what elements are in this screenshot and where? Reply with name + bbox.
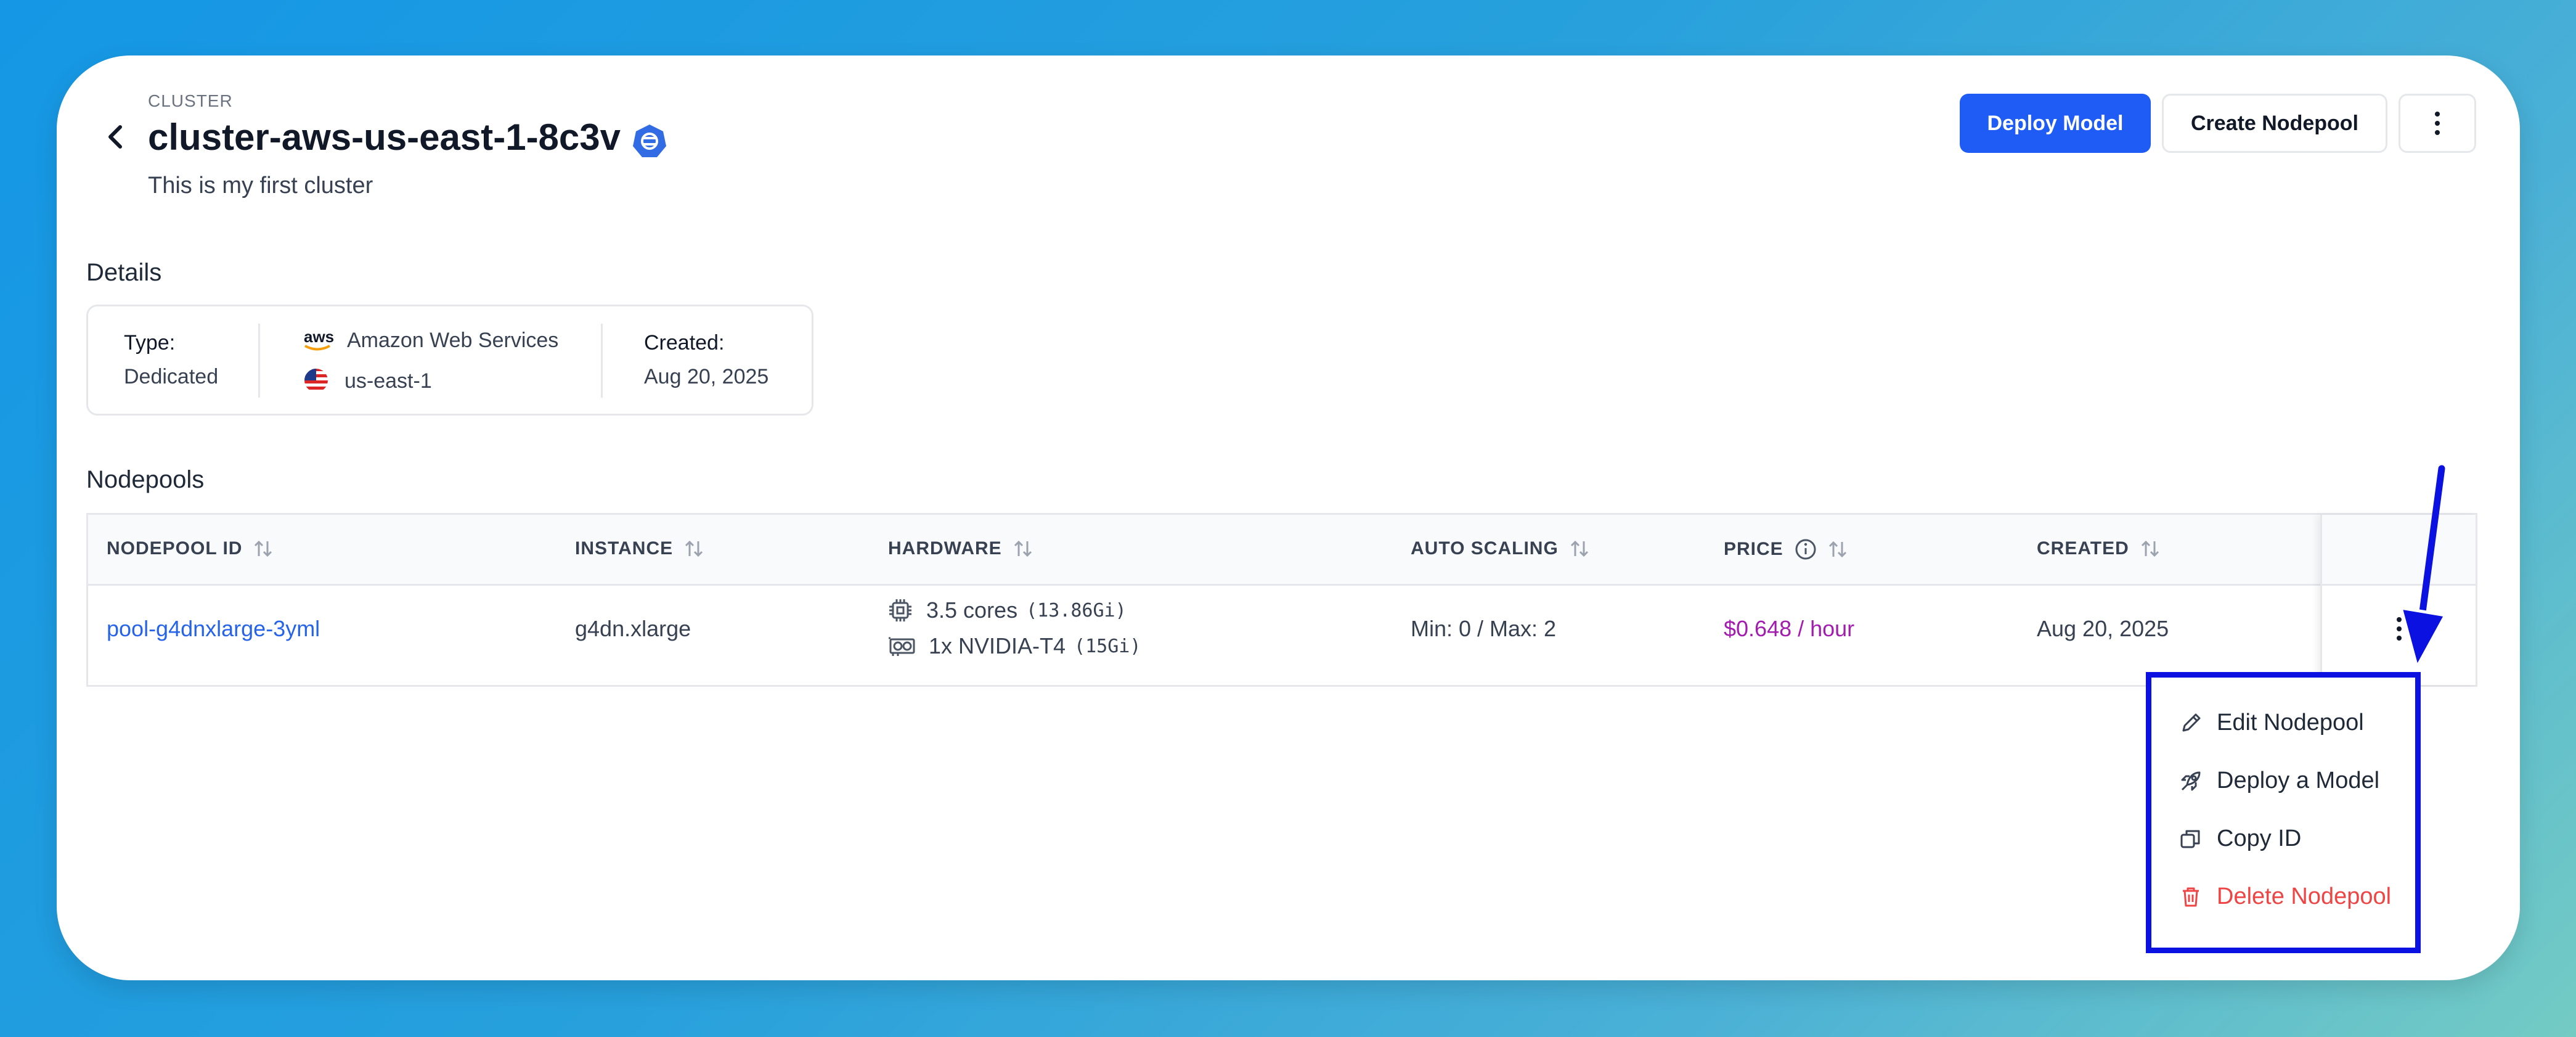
gpu-model: 1x NVIDIA-T4 (929, 633, 1066, 658)
column-header-instance[interactable]: INSTANCE (575, 538, 704, 559)
sort-icon (255, 540, 272, 557)
nodepools-heading: Nodepools (86, 466, 205, 493)
column-header-auto-scaling[interactable]: AUTO SCALING (1411, 538, 1589, 559)
column-header-hardware[interactable]: HARDWARE (888, 538, 1033, 559)
details-heading: Details (86, 259, 162, 286)
pencil-icon (2182, 713, 2201, 731)
column-header-created[interactable]: CREATED (2037, 538, 2160, 559)
nodepools-table: NODEPOOL ID INSTANCE HARDWARE AUTO SCALI… (86, 513, 2477, 687)
kubernetes-badge-icon (632, 123, 667, 158)
menu-item-delete-nodepool[interactable]: Delete Nodepool (2179, 883, 2391, 910)
hardware-gpu: 1x NVIDIA-T4 (15Gi) (888, 633, 1141, 659)
type-value: Dedicated (124, 365, 219, 388)
page-title: cluster-aws-us-east-1-8c3v (148, 117, 621, 158)
menu-item-edit-nodepool[interactable]: Edit Nodepool (2179, 710, 2364, 736)
details-divider (258, 324, 260, 398)
menu-item-deploy-model[interactable]: Deploy a Model (2179, 768, 2379, 794)
region-value: us-east-1 (344, 369, 432, 393)
row-actions-menu: Edit Nodepool Deploy a Model Copy ID Del… (2146, 672, 2421, 953)
annotation-arrow-icon (2399, 465, 2447, 669)
details-divider (601, 324, 603, 398)
menu-item-copy-id[interactable]: Copy ID (2179, 826, 2301, 852)
provider-name: Amazon Web Services (347, 329, 559, 352)
more-actions-button[interactable] (2399, 94, 2476, 153)
gpu-memory: (15Gi) (1074, 635, 1141, 657)
gpu-icon (889, 637, 915, 656)
more-vertical-icon (2435, 112, 2440, 135)
create-nodepool-button[interactable]: Create Nodepool (2162, 94, 2387, 153)
column-header-price[interactable]: PRICE (1724, 538, 1848, 560)
details-panel: Type: Dedicated aws Amazon Web Services (86, 305, 813, 416)
auto-scaling-value: Min: 0 / Max: 2 (1411, 616, 1557, 641)
instance-value: g4dn.xlarge (575, 616, 691, 641)
created-label: Created: (644, 331, 725, 355)
hardware-cpu: 3.5 cores (13.86Gi) (888, 597, 1127, 623)
sort-icon (2141, 540, 2159, 557)
info-icon (1795, 539, 1816, 560)
type-label: Type: (124, 331, 176, 355)
sort-icon (685, 540, 703, 557)
cluster-card: CLUSTER cluster-aws-us-east-1-8c3v This … (57, 55, 2520, 980)
nodepool-id-link[interactable]: pool-g4dnxlarge-3yml (107, 616, 320, 642)
trash-icon (2183, 887, 2199, 906)
cpu-icon (889, 599, 911, 621)
created-date: Aug 20, 2025 (2037, 616, 2169, 641)
cluster-description: This is my first cluster (148, 173, 373, 199)
column-header-nodepool-id[interactable]: NODEPOOL ID (107, 538, 273, 559)
cpu-memory: (13.86Gi) (1026, 599, 1127, 621)
price-value: $0.648 / hour (1724, 616, 1855, 641)
deploy-model-button[interactable]: Deploy Model (1960, 94, 2151, 153)
us-flag-icon (304, 368, 328, 393)
chevron-left-icon (108, 125, 122, 149)
copy-icon (2180, 830, 2200, 848)
created-value: Aug 20, 2025 (644, 365, 769, 388)
table-header: NODEPOOL ID INSTANCE HARDWARE AUTO SCALI… (88, 515, 2476, 586)
sort-icon (1570, 540, 1588, 557)
aws-logo-icon: aws (304, 329, 335, 352)
back-button[interactable] (95, 117, 134, 157)
cpu-cores: 3.5 cores (926, 597, 1018, 623)
sort-icon (1828, 541, 1846, 558)
rocket-icon (2181, 771, 2201, 790)
sort-icon (1014, 540, 1032, 557)
cluster-label: CLUSTER (148, 91, 233, 110)
